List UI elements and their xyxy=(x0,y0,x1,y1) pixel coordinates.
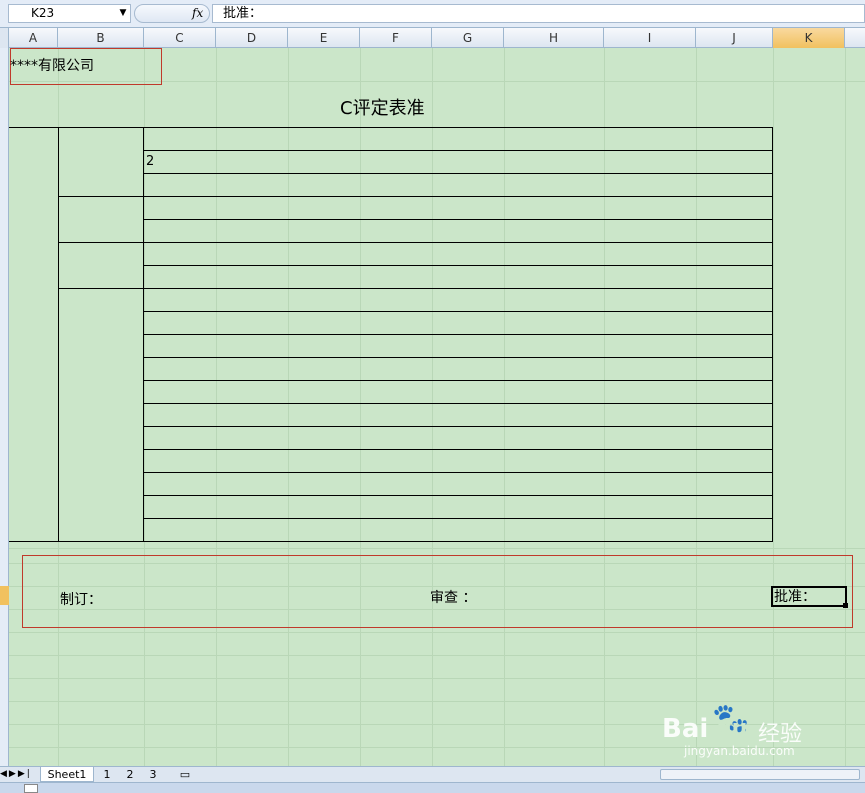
column-header-g[interactable]: G xyxy=(432,28,504,48)
insert-sheet-icon[interactable]: ▭ xyxy=(170,767,200,782)
column-header-j[interactable]: J xyxy=(696,28,773,48)
tab-sheet1[interactable]: Sheet1 xyxy=(40,767,94,782)
tab-3[interactable]: 3 xyxy=(143,767,163,782)
column-header-b[interactable]: B xyxy=(58,28,144,48)
macro-record-icon[interactable] xyxy=(24,784,38,793)
formula-bar: K23 ▼ fx 批准： xyxy=(0,0,865,28)
formula-input[interactable]: 批准： xyxy=(212,4,865,23)
watermark-brand-du: du xyxy=(716,716,748,741)
baidu-watermark: Bai 🐾 du 经验 jingyan.baidu.com xyxy=(662,700,822,760)
sheet-tab-bar: ◀▶▶| Sheet1 1 2 3 ▭ xyxy=(0,766,865,782)
chevron-down-icon[interactable]: ▼ xyxy=(117,6,129,20)
prepared-by-label[interactable]: 制订： xyxy=(60,589,102,609)
column-header-d[interactable]: D xyxy=(216,28,288,48)
watermark-brand: Bai xyxy=(662,714,709,744)
name-box[interactable]: K23 xyxy=(8,4,131,23)
column-header-e[interactable]: E xyxy=(288,28,360,48)
status-bar xyxy=(0,782,865,793)
approved-by-cell[interactable]: 批准： xyxy=(771,586,847,607)
tab-2[interactable]: 2 xyxy=(120,767,140,782)
column-header-k[interactable]: K xyxy=(773,28,845,48)
column-header-f[interactable]: F xyxy=(360,28,432,48)
fill-handle[interactable] xyxy=(843,603,848,608)
selected-row-marker[interactable] xyxy=(0,586,9,605)
reviewed-by-label[interactable]: 审查 ： xyxy=(430,587,476,607)
column-header: A B C D E F G H I J K xyxy=(0,28,865,48)
column-header-c[interactable]: C xyxy=(144,28,216,48)
tab-scroll-arrows-icon[interactable]: ◀▶▶| xyxy=(0,767,40,782)
insert-function-icon[interactable]: fx xyxy=(192,4,208,23)
row-header[interactable] xyxy=(0,48,9,766)
select-all-corner[interactable] xyxy=(0,28,9,48)
column-header-h[interactable]: H xyxy=(504,28,604,48)
sheet-title[interactable]: C评定表准 xyxy=(340,94,425,120)
horizontal-scrollbar[interactable] xyxy=(660,769,860,780)
tab-1[interactable]: 1 xyxy=(97,767,117,782)
table-cell-value[interactable]: 2 xyxy=(146,154,154,169)
watermark-url: jingyan.baidu.com xyxy=(684,744,795,758)
column-header-a[interactable]: A xyxy=(9,28,58,48)
company-name[interactable]: ****有限公司 xyxy=(10,55,94,75)
column-header-i[interactable]: I xyxy=(604,28,696,48)
